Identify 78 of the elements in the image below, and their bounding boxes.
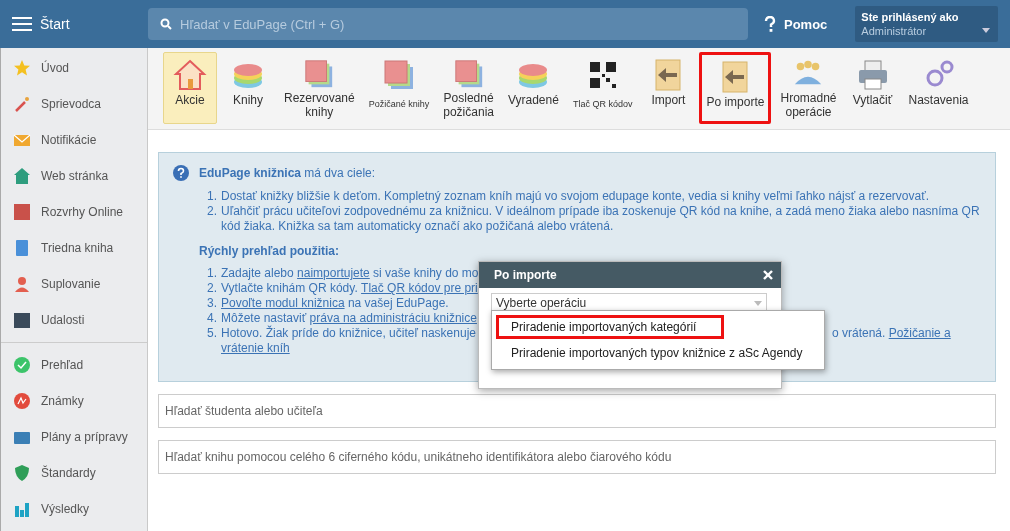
step-text: na vašej EduPage. xyxy=(346,296,449,311)
shield-icon xyxy=(13,464,31,482)
step-text: o vrátená. xyxy=(832,326,887,341)
step-text: Môžete nastaviť xyxy=(221,311,308,325)
link[interactable]: naimportujete xyxy=(297,266,370,281)
info-heading: EduPage knižnica má dva ciele: xyxy=(199,166,376,180)
toolbar-button[interactable]: Posledné požičania xyxy=(438,52,499,124)
sidebar-item[interactable]: Výsledky xyxy=(1,491,147,527)
step-text: si vaše knihy do mo xyxy=(372,266,479,281)
user-name: Administrátor xyxy=(861,25,927,37)
caret-icon xyxy=(754,300,762,306)
search-field[interactable]: Hľadať v EduPage (Ctrl + G) xyxy=(148,8,748,40)
goal-text: Uľahčiť prácu učiteľovi zodpovednému za knižnicu. V ideálnom prípade iba zoskenuje QR kód na knihe, a zadá meno žiaka alebo nasníma QR kód žiaka. Knižka sa tam automaticky označí ako požičaná alebo vrátená. xyxy=(221,204,981,234)
list-number: 5. xyxy=(206,326,217,341)
step-text: Hotovo. Žiak príde do knižnice, učiteľ naskenuje xyxy=(221,326,476,341)
toolbar-button[interactable]: Požičané knihy xyxy=(363,52,435,124)
house-icon xyxy=(173,58,207,92)
list-number: 1. xyxy=(206,189,217,204)
step-text: Vytlačte knihám QR kódy. xyxy=(221,281,359,296)
search-icon xyxy=(160,18,172,30)
list-number: 2. xyxy=(206,204,217,220)
step-text: Zadajte alebo xyxy=(221,266,295,281)
house-icon xyxy=(13,167,31,185)
sidebar-item[interactable]: Známky xyxy=(1,383,147,419)
steps-heading: Rýchly prehľad použitia: xyxy=(199,244,340,258)
close-icon[interactable] xyxy=(763,270,773,280)
sidebar-item[interactable]: Notifikácie xyxy=(1,122,147,158)
app-title: Štart xyxy=(40,16,70,32)
list-number: 2. xyxy=(206,281,217,296)
toolbar-button[interactable]: Akcie xyxy=(163,52,217,124)
toolbar-button[interactable]: Nastavenia xyxy=(903,52,974,124)
sidebar-item[interactable]: Triedna kniha xyxy=(1,230,147,266)
list-number: 3. xyxy=(206,296,217,311)
check-icon xyxy=(13,356,31,374)
caret-icon xyxy=(982,28,991,33)
sidebar-item[interactable]: Udalosti xyxy=(1,302,147,338)
wand-icon xyxy=(13,95,31,113)
toolbar-button[interactable]: Tlač QR kódov xyxy=(567,52,638,124)
sidebar-item[interactable]: Štandardy xyxy=(1,455,147,491)
link[interactable]: práva na administráciu knižnice xyxy=(309,311,477,326)
link[interactable]: Povoľte modul knižnica xyxy=(221,296,345,311)
search-field[interactable]: Hľadať knihu pomocou celého 6 ciferného kódu, unikátneho identifikátora alebo čiarového kódu xyxy=(158,440,996,474)
sidebar-item[interactable]: Sprievodca xyxy=(1,86,147,122)
operation-select[interactable]: Vyberte operáciu xyxy=(491,293,767,313)
sidebar-item[interactable]: Plány a prípravy xyxy=(1,419,147,455)
grade-icon xyxy=(13,392,31,410)
dropdown-option[interactable]: Priradenie importovaných typov knižnice z aSc Agendy xyxy=(496,341,818,365)
list-number: 4. xyxy=(206,311,217,326)
search-field[interactable]: Hľadať študenta alebo učiteľa xyxy=(158,394,996,428)
menu-icon[interactable] xyxy=(12,16,32,32)
sidebar-item[interactable]: Rozvrhy Online xyxy=(1,194,147,230)
user-menu[interactable]: Ste prihlásený ako Administrátor xyxy=(855,6,999,42)
goal-text: Dostať knižky bližšie k deťom. Kompletný zoznam kníh majú vo svojom edupage konte, vedia si knihy veľmi ľahko nájsť a rezervovať. xyxy=(221,189,929,204)
question-mark-icon xyxy=(764,16,776,32)
question-mark-icon xyxy=(173,165,189,181)
toolbar-button[interactable]: Vyradené xyxy=(502,52,564,124)
star-icon xyxy=(13,59,31,77)
list-number: 1. xyxy=(206,266,217,281)
person-icon xyxy=(13,275,31,293)
bars-icon xyxy=(13,500,31,518)
toolbar-button[interactable]: Import xyxy=(641,52,696,124)
help-button[interactable]: Pomoc xyxy=(764,16,828,32)
toolbar-button[interactable]: Knihy xyxy=(221,52,275,124)
toolbar-button[interactable]: Rezervované knihy xyxy=(279,52,360,124)
stacked-squares-icon xyxy=(382,58,416,92)
sidebar-item[interactable]: Suplovanie xyxy=(1,266,147,302)
toolbar-button[interactable]: Po importe xyxy=(699,52,772,124)
dialog-title: Po importe xyxy=(494,268,557,282)
toolbar-button[interactable]: Hromadné operácie xyxy=(775,52,842,124)
dropdown-option[interactable]: Priradenie importovaných kategórií xyxy=(496,315,724,339)
sidebar-item[interactable]: Web stránka xyxy=(1,158,147,194)
link[interactable]: vrátenie kníh xyxy=(221,341,290,356)
toolbar-button[interactable]: Vytlačiť xyxy=(845,52,900,124)
link[interactable]: Požičanie a xyxy=(888,326,951,341)
sidebar-item[interactable]: Úvod xyxy=(1,50,147,86)
user-caption: Ste prihlásený ako xyxy=(861,11,960,23)
link[interactable]: Tlač QR kódov pre pri xyxy=(361,281,478,296)
sidebar-item[interactable]: Prehľad xyxy=(1,347,147,383)
